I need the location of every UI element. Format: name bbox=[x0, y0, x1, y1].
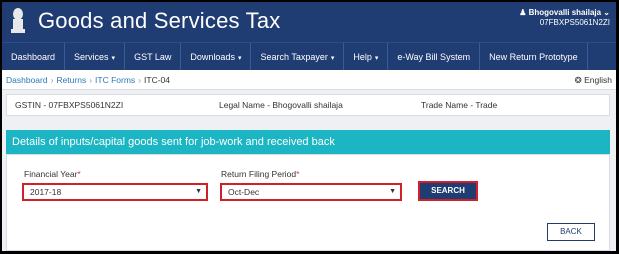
user-name[interactable]: ♟ Bhogovalli shailaja ⌄ bbox=[519, 8, 610, 18]
caret-down-icon: ▾ bbox=[111, 55, 116, 62]
user-menu[interactable]: ♟ Bhogovalli shailaja ⌄ 07FBXPS5061N2ZI bbox=[519, 8, 610, 28]
globe-icon: ❂ bbox=[574, 75, 582, 85]
section-title: Details of inputs/capital goods sent for… bbox=[6, 130, 610, 154]
user-gstin: 07FBXPS5061N2ZI bbox=[539, 18, 610, 27]
national-emblem-icon bbox=[11, 8, 25, 33]
nav-dashboard[interactable]: Dashboard bbox=[2, 43, 66, 71]
site-header: Goods and Services Tax ♟ Bhogovalli shai… bbox=[2, 2, 616, 42]
nav-gst-law[interactable]: GST Law bbox=[125, 43, 182, 71]
main-nav: Dashboard Services ▾ GST Law Downloads ▾ S… bbox=[2, 42, 616, 71]
breadcrumb-returns[interactable]: Returns bbox=[56, 75, 86, 85]
user-icon: ♟ bbox=[519, 8, 527, 17]
back-button[interactable]: BACK bbox=[547, 223, 595, 241]
nav-services[interactable]: Services ▾ bbox=[65, 43, 126, 71]
gstin-text: GSTIN - 07FBXPS5061N2ZI bbox=[15, 100, 124, 110]
breadcrumb-separator: › bbox=[138, 75, 142, 85]
breadcrumb-current: ITC-04 bbox=[144, 75, 171, 85]
breadcrumb: Dashboard › Returns › ITC Forms › ITC-04 ❂ Eng… bbox=[2, 70, 616, 90]
dropdown-arrow-icon: ▼ bbox=[389, 188, 396, 195]
trade-name-text: Trade Name - Trade bbox=[421, 100, 498, 110]
dropdown-arrow-icon: ▼ bbox=[195, 188, 202, 195]
return-period-select[interactable]: Oct-Dec ▼ bbox=[220, 183, 402, 201]
breadcrumb-separator: › bbox=[89, 75, 93, 85]
return-period-label: Return Filing Period* bbox=[221, 169, 300, 179]
financial-year-label: Financial Year* bbox=[24, 169, 81, 179]
nav-new-return-prototype[interactable]: New Return Prototype bbox=[480, 43, 588, 71]
caret-down-icon: ▾ bbox=[237, 55, 242, 62]
language-selector[interactable]: ❂ English bbox=[575, 70, 612, 90]
nav-downloads[interactable]: Downloads ▾ bbox=[181, 43, 252, 71]
financial-year-select[interactable]: 2017-18 ▼ bbox=[22, 183, 208, 201]
caret-down-icon: ▾ bbox=[330, 55, 335, 62]
search-button[interactable]: SEARCH bbox=[418, 181, 478, 201]
caret-down-icon: ▾ bbox=[374, 55, 379, 62]
nav-eway-bill[interactable]: e-Way Bill System bbox=[388, 43, 481, 71]
breadcrumb-separator: › bbox=[50, 75, 54, 85]
nav-search-taxpayer[interactable]: Search Taxpayer ▾ bbox=[251, 43, 345, 71]
breadcrumb-dashboard[interactable]: Dashboard bbox=[6, 75, 48, 85]
page-frame: Goods and Services Tax ♟ Bhogovalli shai… bbox=[2, 2, 616, 251]
nav-help[interactable]: Help ▾ bbox=[344, 43, 389, 71]
legal-name-text: Legal Name - Bhogovalli shailaja bbox=[219, 100, 343, 110]
breadcrumb-itc-forms[interactable]: ITC Forms bbox=[95, 75, 135, 85]
form-panel: Financial Year* 2017-18 ▼ Return Filing … bbox=[6, 154, 610, 251]
chevron-down-icon: ⌄ bbox=[603, 8, 610, 17]
site-title[interactable]: Goods and Services Tax bbox=[38, 8, 280, 34]
taxpayer-info-bar: GSTIN - 07FBXPS5061N2ZI Legal Name - Bho… bbox=[6, 94, 610, 116]
